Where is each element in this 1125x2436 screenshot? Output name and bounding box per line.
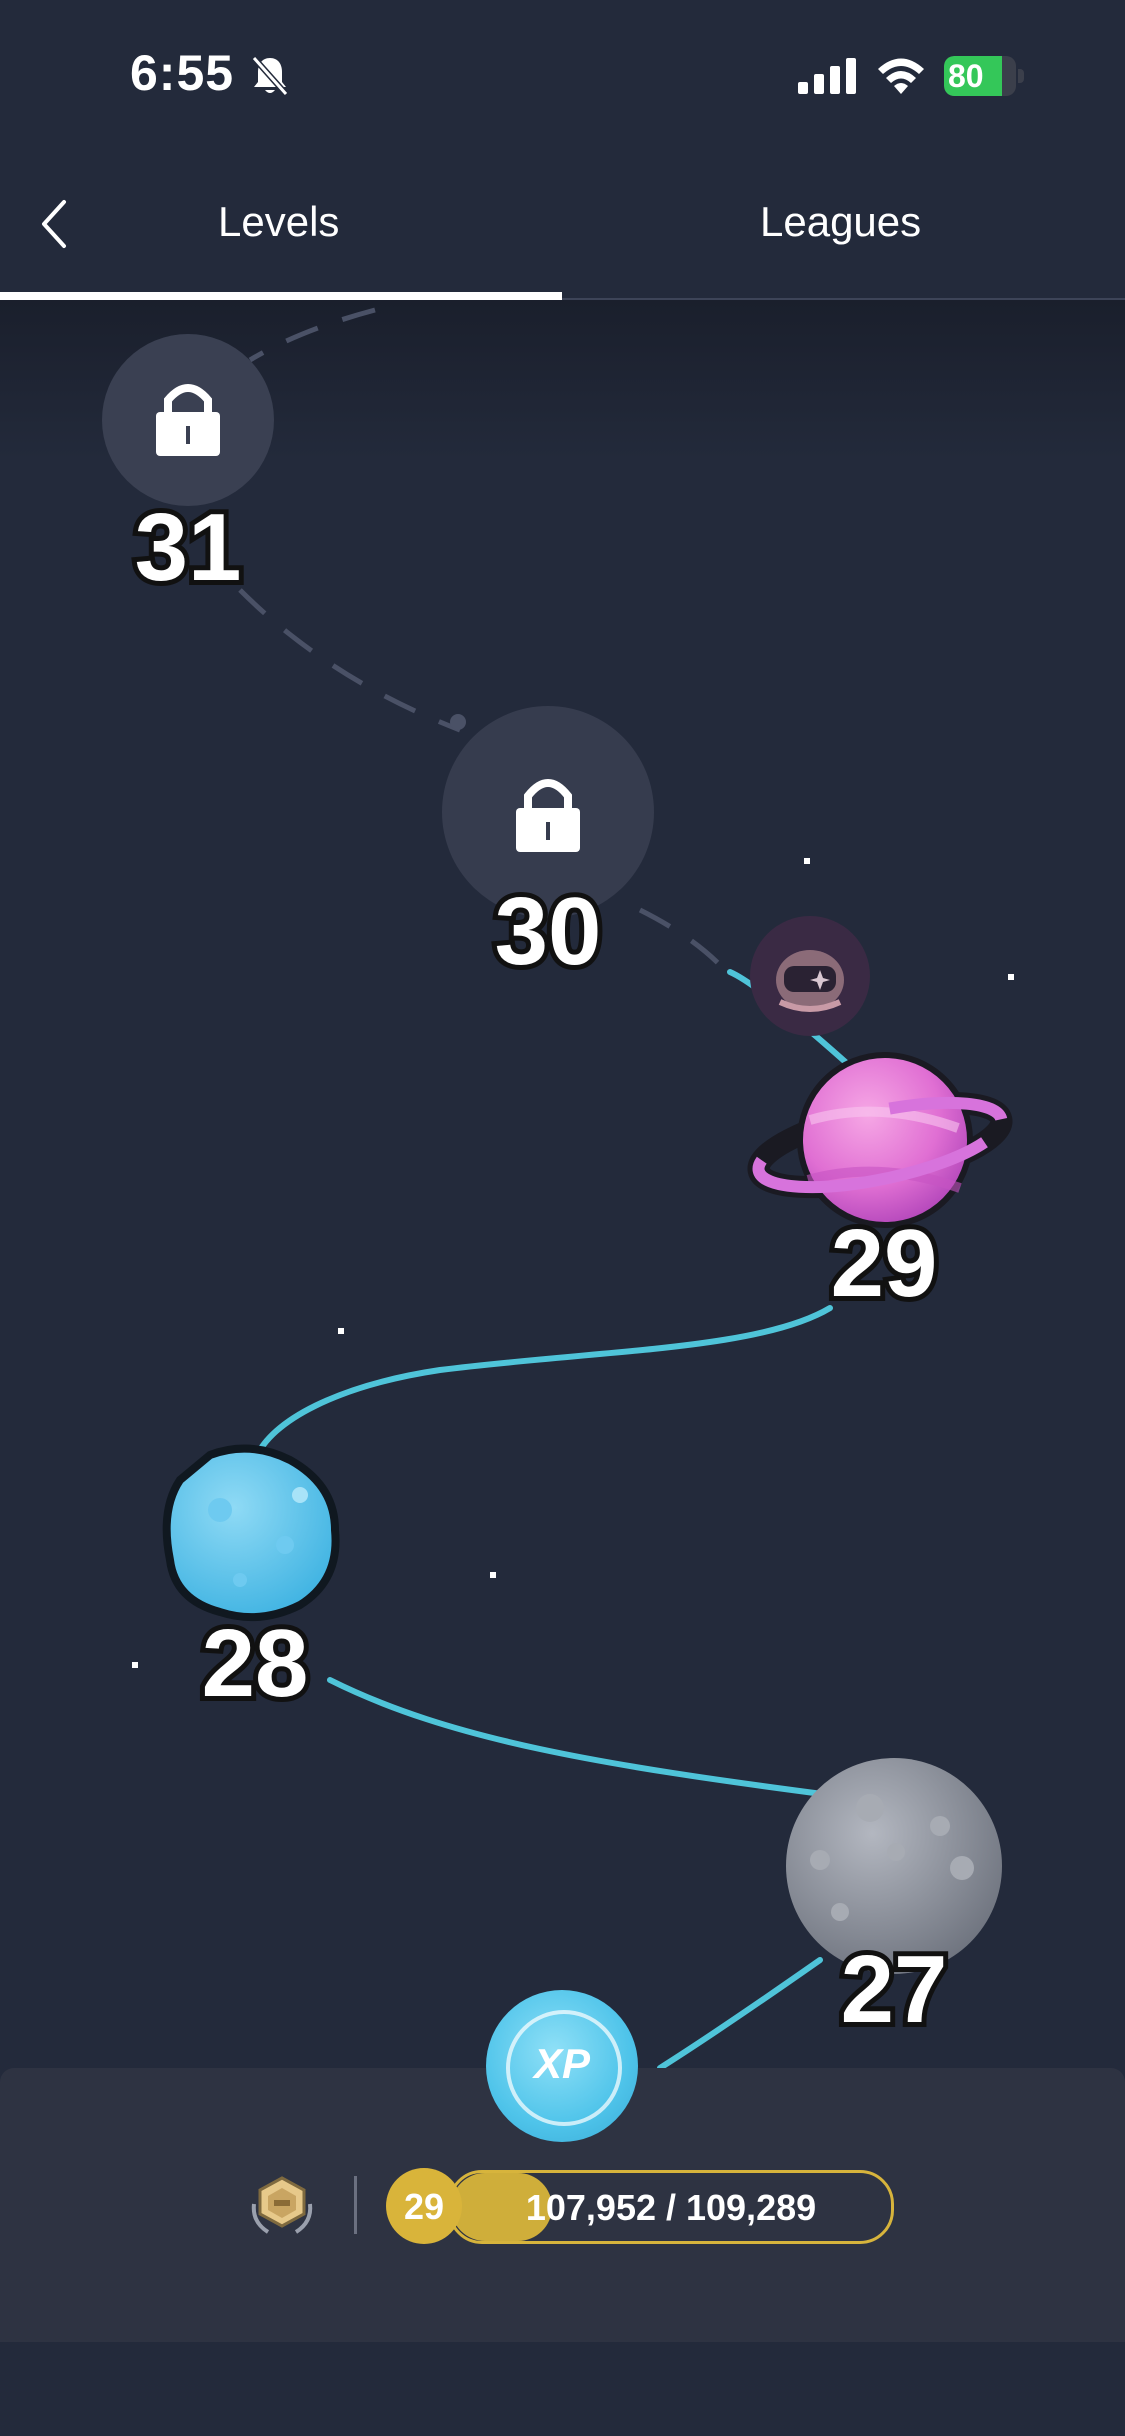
tab-levels[interactable]: Levels (218, 198, 339, 246)
bell-slash-icon (251, 56, 289, 96)
star (132, 1662, 138, 1668)
level-30-label: 30 (495, 878, 602, 985)
star (490, 1572, 496, 1578)
star (338, 1328, 344, 1334)
level-29-label: 29 (831, 1210, 938, 1317)
astronaut-helmet-icon (750, 916, 870, 1036)
separator (354, 2176, 357, 2234)
current-level-badge: 29 (386, 2168, 462, 2244)
level-28-label: 28 (202, 1610, 309, 1717)
level-map: 31 30 29 28 27 (0, 300, 1125, 2068)
battery-percent: 80 (948, 58, 984, 94)
wifi-icon (878, 58, 924, 94)
star (1008, 974, 1014, 980)
tab-leagues[interactable]: Leagues (760, 198, 921, 246)
signal-icon (798, 58, 856, 94)
level-29-planet[interactable] (747, 1052, 1013, 1228)
battery-charging-icon: 80 (944, 56, 1026, 96)
status-time: 6:55 (130, 45, 235, 101)
back-chevron-icon[interactable] (36, 196, 72, 252)
level-31-locked-node[interactable] (102, 334, 274, 506)
progress-path (252, 969, 863, 2068)
level-28-planet[interactable] (162, 1444, 340, 1622)
level-31-label: 31 (135, 494, 242, 601)
status-bar: 6:55 80 (0, 0, 1125, 150)
xp-progress-text: 107,952 / 109,289 (525, 2187, 817, 2228)
xp-badge: XP (486, 1990, 638, 2142)
league-badge-icon[interactable] (246, 2174, 318, 2240)
star (804, 858, 810, 864)
level-27-label: 27 (841, 1936, 948, 2043)
xp-progress-bar: 107,952 / 109,289 (448, 2170, 894, 2244)
active-tab-indicator (0, 292, 562, 300)
